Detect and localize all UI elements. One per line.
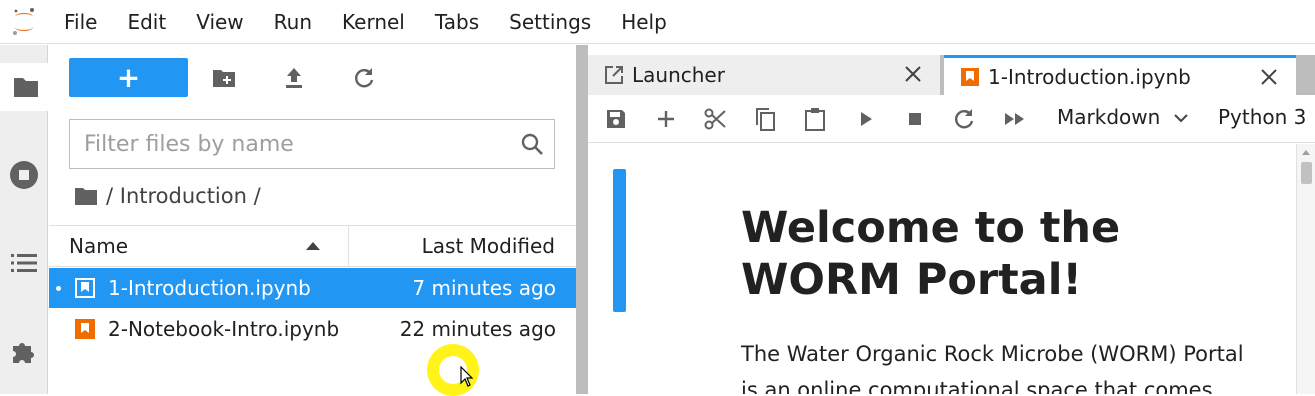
panel-splitter[interactable] (576, 45, 588, 394)
notebook-icon (74, 277, 96, 299)
plus-icon: + (116, 60, 141, 94)
scroll-up-icon[interactable] (1302, 150, 1310, 155)
tab-notebook[interactable]: 1-Introduction.ipynb (944, 55, 1296, 95)
file-name: 2-Notebook-Intro.ipynb (108, 317, 340, 341)
menu-help[interactable]: Help (606, 0, 682, 44)
breadcrumb: / Introduction / (74, 181, 261, 211)
vertical-scrollbar[interactable] (1296, 144, 1315, 394)
tab-label: 1-Introduction.ipynb (988, 64, 1191, 89)
restart-run-all-icon[interactable] (1003, 107, 1027, 131)
main-dock-area: Launcher 1-Introduction.ipynb Markdown P… (588, 45, 1315, 394)
markdown-paragraph: The Water Organic Rock Microbe (WORM) Po… (741, 342, 1244, 394)
chevron-down-icon (1173, 114, 1188, 123)
restart-icon[interactable] (952, 107, 976, 131)
menu-file[interactable]: File (48, 0, 112, 44)
column-name-label: Name (69, 234, 129, 258)
menu-bar: File Edit View Run Kernel Tabs Settings … (0, 0, 1315, 44)
scrollbar-thumb[interactable] (1301, 162, 1312, 184)
activity-bar (0, 45, 51, 394)
new-folder-icon[interactable] (209, 63, 239, 93)
file-modified: 7 minutes ago (412, 276, 556, 300)
save-icon[interactable] (604, 107, 628, 131)
cut-icon[interactable] (703, 107, 727, 131)
column-name-header[interactable]: Name (49, 226, 349, 266)
notebook-content: Welcome to the WORM Portal! The Water Or… (588, 144, 1296, 394)
column-modified-header[interactable]: Last Modified (349, 234, 576, 258)
filter-files-field[interactable] (69, 119, 555, 169)
file-row[interactable]: 1-Introduction.ipynb 7 minutes ago (49, 268, 576, 308)
menu-tabs[interactable]: Tabs (420, 0, 494, 44)
insert-cell-icon[interactable] (654, 107, 678, 131)
cell-type-value: Markdown (1057, 105, 1161, 129)
file-browser-tab-icon[interactable] (0, 63, 51, 111)
notebook-icon (960, 67, 980, 87)
file-browser: + / Introduction / Name Last Modified (49, 45, 576, 394)
filter-files-input[interactable] (70, 131, 490, 157)
menu-settings[interactable]: Settings (494, 0, 606, 44)
upload-icon[interactable] (279, 63, 309, 93)
extension-manager-icon[interactable] (0, 327, 48, 375)
markdown-heading: Welcome to the WORM Portal! (741, 203, 1121, 305)
table-of-contents-icon[interactable] (0, 239, 48, 287)
tab-bar: Launcher 1-Introduction.ipynb (588, 55, 1315, 95)
launcher-icon (604, 65, 624, 85)
file-row[interactable]: 2-Notebook-Intro.ipynb 22 minutes ago (49, 309, 576, 349)
notebook-toolbar: Markdown Python 3 (588, 95, 1315, 143)
file-list-header: Name Last Modified (49, 225, 576, 267)
notebook-icon (74, 318, 96, 340)
close-icon[interactable] (902, 63, 924, 85)
search-icon (520, 132, 544, 160)
cell-type-dropdown[interactable]: Markdown (1057, 105, 1189, 129)
stop-icon[interactable] (903, 107, 927, 131)
close-icon[interactable] (1258, 66, 1280, 88)
menu-view[interactable]: View (181, 0, 258, 44)
file-browser-toolbar: + (49, 45, 576, 109)
cell-collapser[interactable] (613, 169, 626, 312)
menu-run[interactable]: Run (259, 0, 327, 44)
tab-launcher[interactable]: Launcher (588, 55, 941, 95)
sort-ascending-icon (306, 242, 320, 250)
file-modified: 22 minutes ago (399, 317, 556, 341)
running-indicator (56, 286, 61, 291)
refresh-icon[interactable] (349, 63, 379, 93)
kernel-name[interactable]: Python 3 (1218, 105, 1306, 129)
copy-icon[interactable] (753, 107, 777, 131)
breadcrumb-path[interactable]: / Introduction / (106, 184, 261, 208)
jupyter-logo-icon (0, 0, 48, 44)
file-name: 1-Introduction.ipynb (108, 276, 311, 300)
mouse-pointer-icon (460, 366, 474, 387)
paste-icon[interactable] (803, 107, 827, 131)
run-icon[interactable] (854, 107, 878, 131)
menu-edit[interactable]: Edit (112, 0, 181, 44)
menu-kernel[interactable]: Kernel (327, 0, 420, 44)
new-launcher-button[interactable]: + (69, 58, 188, 97)
tab-label: Launcher (632, 63, 725, 87)
running-sessions-icon[interactable] (0, 151, 48, 199)
home-folder-icon[interactable] (74, 186, 98, 206)
